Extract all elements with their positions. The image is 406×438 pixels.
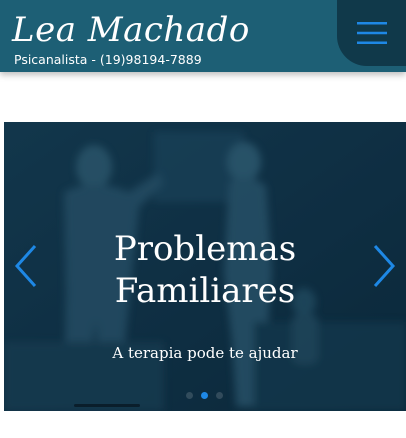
hero-carousel: Problemas Familiares A terapia pode te a… [4, 122, 406, 411]
chevron-right-icon [373, 244, 396, 288]
carousel-dot[interactable] [215, 391, 223, 399]
menu-button[interactable] [337, 0, 406, 66]
slide-title-text: Problemas Familiares [113, 229, 297, 311]
brand-name[interactable]: Lea Machado [12, 6, 250, 54]
site-header: Lea Machado Psicanalista - (19)98194-788… [0, 0, 406, 72]
carousel-next-button[interactable] [368, 242, 400, 290]
carousel-prev-button[interactable] [10, 242, 42, 290]
carousel-indicators [154, 390, 254, 400]
brand-subtitle: Psicanalista - (19)98194-7889 [14, 52, 202, 67]
slide-subtitle: A terapia pode te ajudar [112, 344, 298, 362]
scroll-indicator [74, 404, 140, 407]
carousel-dot-active[interactable] [200, 391, 208, 399]
carousel-dot[interactable] [185, 391, 193, 399]
slide-title: Problemas Familiares [4, 228, 406, 312]
hamburger-menu-icon [356, 22, 387, 44]
chevron-left-icon [14, 244, 37, 288]
